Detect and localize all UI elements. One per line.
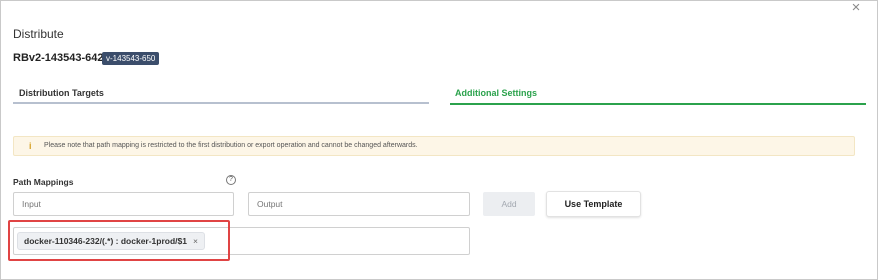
- tab-additional-settings[interactable]: Additional Settings: [455, 88, 537, 98]
- use-template-button[interactable]: Use Template: [546, 191, 641, 217]
- tab-distribution-targets[interactable]: Distribution Targets: [19, 88, 104, 98]
- notice-text: Please note that path mapping is restric…: [44, 142, 418, 149]
- close-icon[interactable]: ×: [847, 0, 865, 15]
- path-mapping-notice: i Please note that path mapping is restr…: [13, 136, 855, 156]
- distribute-dialog: × Distribute RBv2-143543-642 v-143543-65…: [0, 0, 878, 280]
- path-mapping-chip-text: docker-110346-232/(.*) : docker-1prod/$1: [24, 236, 187, 246]
- path-mapping-chip: docker-110346-232/(.*) : docker-1prod/$1…: [17, 232, 205, 250]
- add-button[interactable]: Add: [483, 192, 535, 216]
- version-badge: v-143543-650: [102, 52, 160, 65]
- dialog-title: Distribute: [13, 27, 64, 41]
- tab-distribution-targets-underline: [13, 102, 429, 104]
- path-mappings-label: Path Mappings: [13, 177, 74, 187]
- bundle-name: RBv2-143543-642: [13, 52, 104, 64]
- help-icon[interactable]: ?: [226, 175, 236, 185]
- output-pattern-field[interactable]: [248, 192, 470, 216]
- info-icon: i: [29, 141, 32, 151]
- chip-remove-icon[interactable]: ×: [193, 236, 198, 246]
- tab-additional-settings-underline: [450, 103, 866, 105]
- input-pattern-field[interactable]: [13, 192, 234, 216]
